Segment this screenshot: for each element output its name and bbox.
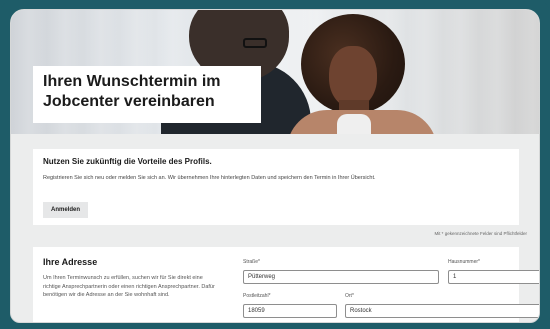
profile-panel: Nutzen Sie zukünftig die Vorteile des Pr… [33, 149, 519, 225]
hero-photo-woman-face [329, 46, 377, 108]
hero-banner: Ihren Wunschtermin im Jobcenter vereinba… [11, 10, 539, 134]
hero-photo-glasses [243, 38, 267, 48]
login-button[interactable]: Anmelden [43, 202, 89, 218]
city-label: Ort* [345, 293, 354, 299]
postal-code-label: Postleitzahl* [243, 293, 271, 299]
hero-photo-woman-top [337, 114, 371, 134]
street-input[interactable]: Pütterweg [243, 270, 439, 284]
required-fields-note: Mit * gekennzeichnete Felder sind Pflich… [434, 231, 527, 236]
profile-text: Registrieren Sie sich neu oder melden Si… [43, 175, 376, 181]
address-text: Um Ihren Terminwunsch zu erfüllen, suche… [43, 275, 215, 298]
address-heading: Ihre Adresse [43, 257, 98, 267]
street-label: Straße* [243, 259, 260, 265]
page-title: Ihren Wunschtermin im Jobcenter vereinba… [43, 73, 221, 110]
house-number-input[interactable]: 1 [448, 270, 539, 284]
city-input[interactable]: Rostock [345, 304, 539, 318]
address-panel: Ihre Adresse Um Ihren Terminwunsch zu er… [33, 247, 539, 322]
page-viewport: Ihren Wunschtermin im Jobcenter vereinba… [10, 9, 540, 323]
hero-title-box: Ihren Wunschtermin im Jobcenter vereinba… [33, 66, 261, 123]
house-number-label: Hausnummer* [448, 259, 480, 265]
postal-code-input[interactable]: 18059 [243, 304, 337, 318]
device-frame: Ihren Wunschtermin im Jobcenter vereinba… [0, 0, 550, 329]
profile-heading: Nutzen Sie zukünftig die Vorteile des Pr… [43, 157, 212, 166]
